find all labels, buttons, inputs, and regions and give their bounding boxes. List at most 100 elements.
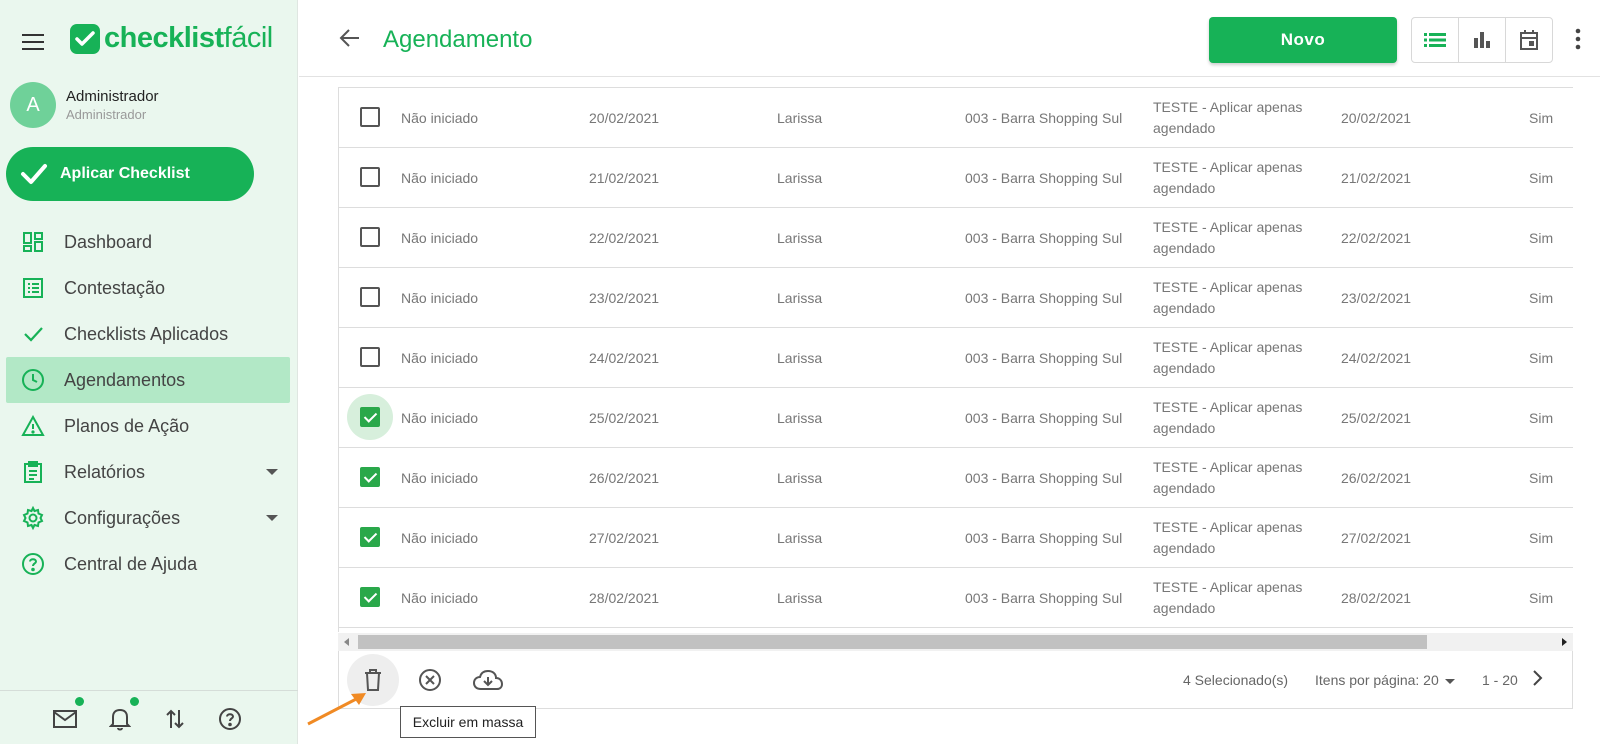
unit-cell: 003 - Barra Shopping Sul xyxy=(965,590,1123,606)
date-cell: 23/02/2021 xyxy=(1341,290,1412,306)
status-cell: Não iniciado xyxy=(401,470,479,486)
schedule-table: Não iniciado 20/02/2021 Larissa 003 - Barra… xyxy=(338,87,1573,632)
table-row[interactable]: Não iniciado 22/02/2021 Larissa 003 - Barra… xyxy=(339,208,1573,268)
row-checkbox[interactable] xyxy=(360,287,380,307)
date-cell: 20/02/2021 xyxy=(1341,110,1412,126)
transfer-icon[interactable] xyxy=(162,706,188,732)
sidebar-item-relatorios[interactable]: Relatórios xyxy=(6,449,290,495)
row-checkbox[interactable] xyxy=(360,227,380,247)
row-checkbox[interactable] xyxy=(360,467,380,487)
row-checkbox[interactable] xyxy=(360,407,380,427)
clipboard-icon xyxy=(20,459,46,485)
sidebar-item-contestacao[interactable]: Contestação xyxy=(6,265,290,311)
unit-cell: 003 - Barra Shopping Sul xyxy=(965,410,1123,426)
flag-cell: Sim xyxy=(1529,290,1554,306)
mail-icon[interactable] xyxy=(52,697,84,732)
sidebar-item-dashboard[interactable]: Dashboard xyxy=(6,219,290,265)
flag-cell: Sim xyxy=(1529,590,1554,606)
date-cell: 24/02/2021 xyxy=(589,350,660,366)
gear-icon xyxy=(20,505,46,531)
user-name: Administrador xyxy=(66,88,159,105)
sidebar-item-checklists-aplicados[interactable]: Checklists Aplicados xyxy=(6,311,290,357)
logo-text: checklistfácil xyxy=(104,22,273,54)
table-row[interactable]: Não iniciado 23/02/2021 Larissa 003 - Barra… xyxy=(339,268,1573,328)
sidebar-item-configuracoes[interactable]: Configurações xyxy=(6,495,290,541)
chevron-down-icon[interactable] xyxy=(1445,679,1455,684)
table-row[interactable]: Não iniciado 25/02/2021 Larissa 003 - Barra… xyxy=(339,388,1573,448)
flag-cell: Sim xyxy=(1529,170,1554,186)
scroll-left-icon[interactable] xyxy=(344,638,349,646)
user-profile[interactable]: A Administrador Administrador xyxy=(10,82,159,128)
status-cell: Não iniciado xyxy=(401,110,479,126)
page-range: 1 - 20 xyxy=(1482,672,1518,688)
date-cell: 21/02/2021 xyxy=(589,170,660,186)
date-cell: 22/02/2021 xyxy=(1341,230,1412,246)
flag-cell: Sim xyxy=(1529,350,1554,366)
table-row[interactable]: Não iniciado 21/02/2021 Larissa 003 - Barra… xyxy=(339,148,1573,208)
back-arrow-icon[interactable] xyxy=(339,28,361,53)
chart-view-button[interactable] xyxy=(1459,18,1506,62)
date-cell: 27/02/2021 xyxy=(1341,530,1412,546)
cloud-download-icon xyxy=(473,669,503,690)
user-cell: Larissa xyxy=(777,170,823,186)
row-checkbox[interactable] xyxy=(360,587,380,607)
check-icon xyxy=(20,321,46,347)
user-cell: Larissa xyxy=(777,590,823,606)
table-row[interactable]: Não iniciado 28/02/2021 Larissa 003 - Barra… xyxy=(339,568,1573,628)
row-checkbox[interactable] xyxy=(360,167,380,187)
flag-cell: Sim xyxy=(1529,410,1554,426)
checklist-cell: TESTE - Aplicar apenas agendado xyxy=(1153,219,1303,256)
table-row[interactable]: Não iniciado 20/02/2021 Larissa 003 - Barra… xyxy=(339,88,1573,148)
app-logo[interactable]: checklistfácil xyxy=(70,22,273,55)
table-row[interactable]: Não iniciado 26/02/2021 Larissa 003 - Barra… xyxy=(339,448,1573,508)
flag-cell: Sim xyxy=(1529,230,1554,246)
sidebar-item-agendamentos[interactable]: Agendamentos xyxy=(6,357,290,403)
table-row[interactable]: Não iniciado 24/02/2021 Larissa 003 - Barra… xyxy=(339,328,1573,388)
date-cell: 28/02/2021 xyxy=(589,590,660,606)
next-page-icon[interactable] xyxy=(1531,669,1543,692)
date-cell: 28/02/2021 xyxy=(1341,590,1412,606)
calendar-view-button[interactable] xyxy=(1506,18,1552,62)
apply-checklist-button[interactable]: Aplicar Checklist xyxy=(6,147,254,201)
table-row[interactable]: Não iniciado 27/02/2021 Larissa 003 - Barra… xyxy=(339,508,1573,568)
flag-cell: Sim xyxy=(1529,470,1554,486)
unit-cell: 003 - Barra Shopping Sul xyxy=(965,470,1123,486)
bar-chart-icon xyxy=(1474,32,1490,48)
user-cell: Larissa xyxy=(777,290,823,306)
chevron-down-icon[interactable] xyxy=(266,469,278,475)
list-view-button[interactable] xyxy=(1412,18,1459,62)
dashboard-icon xyxy=(20,229,46,255)
row-checkbox[interactable] xyxy=(360,107,380,127)
user-cell: Larissa xyxy=(777,350,823,366)
download-button[interactable] xyxy=(471,663,505,697)
scroll-thumb[interactable] xyxy=(358,635,1427,649)
more-vert-icon[interactable] xyxy=(1575,28,1581,55)
items-per-page-select[interactable]: Itens por página: 20 xyxy=(1315,672,1439,688)
sidebar-item-planos-de-acao[interactable]: Planos de Ação xyxy=(6,403,290,449)
sidebar-footer xyxy=(0,690,298,744)
bell-icon[interactable] xyxy=(107,697,139,732)
row-checkbox[interactable] xyxy=(360,527,380,547)
status-cell: Não iniciado xyxy=(401,290,479,306)
row-checkbox[interactable] xyxy=(360,347,380,367)
date-cell: 21/02/2021 xyxy=(1341,170,1412,186)
unit-cell: 003 - Barra Shopping Sul xyxy=(965,170,1123,186)
scroll-right-icon[interactable] xyxy=(1562,638,1567,646)
close-circle-icon xyxy=(419,669,441,691)
sidebar-item-central-de-ajuda[interactable]: Central de Ajuda xyxy=(6,541,290,587)
new-button[interactable]: Novo xyxy=(1209,17,1397,63)
chevron-down-icon[interactable] xyxy=(266,515,278,521)
help-icon[interactable] xyxy=(217,706,243,732)
check-icon xyxy=(21,164,47,184)
checklist-cell: TESTE - Aplicar apenas agendado xyxy=(1153,399,1303,436)
tooltip: Excluir em massa xyxy=(400,706,536,738)
unit-cell: 003 - Barra Shopping Sul xyxy=(965,530,1123,546)
table-footer: 4 Selecionado(s) Itens por página: 20 1 … xyxy=(338,651,1573,709)
user-role: Administrador xyxy=(66,107,147,122)
date-cell: 27/02/2021 xyxy=(589,530,660,546)
menu-icon[interactable] xyxy=(22,34,44,50)
horizontal-scrollbar[interactable] xyxy=(338,633,1573,651)
list-icon xyxy=(20,275,46,301)
cancel-selection-button[interactable] xyxy=(413,663,447,697)
checklist-cell: TESTE - Aplicar apenas agendado xyxy=(1153,519,1303,556)
